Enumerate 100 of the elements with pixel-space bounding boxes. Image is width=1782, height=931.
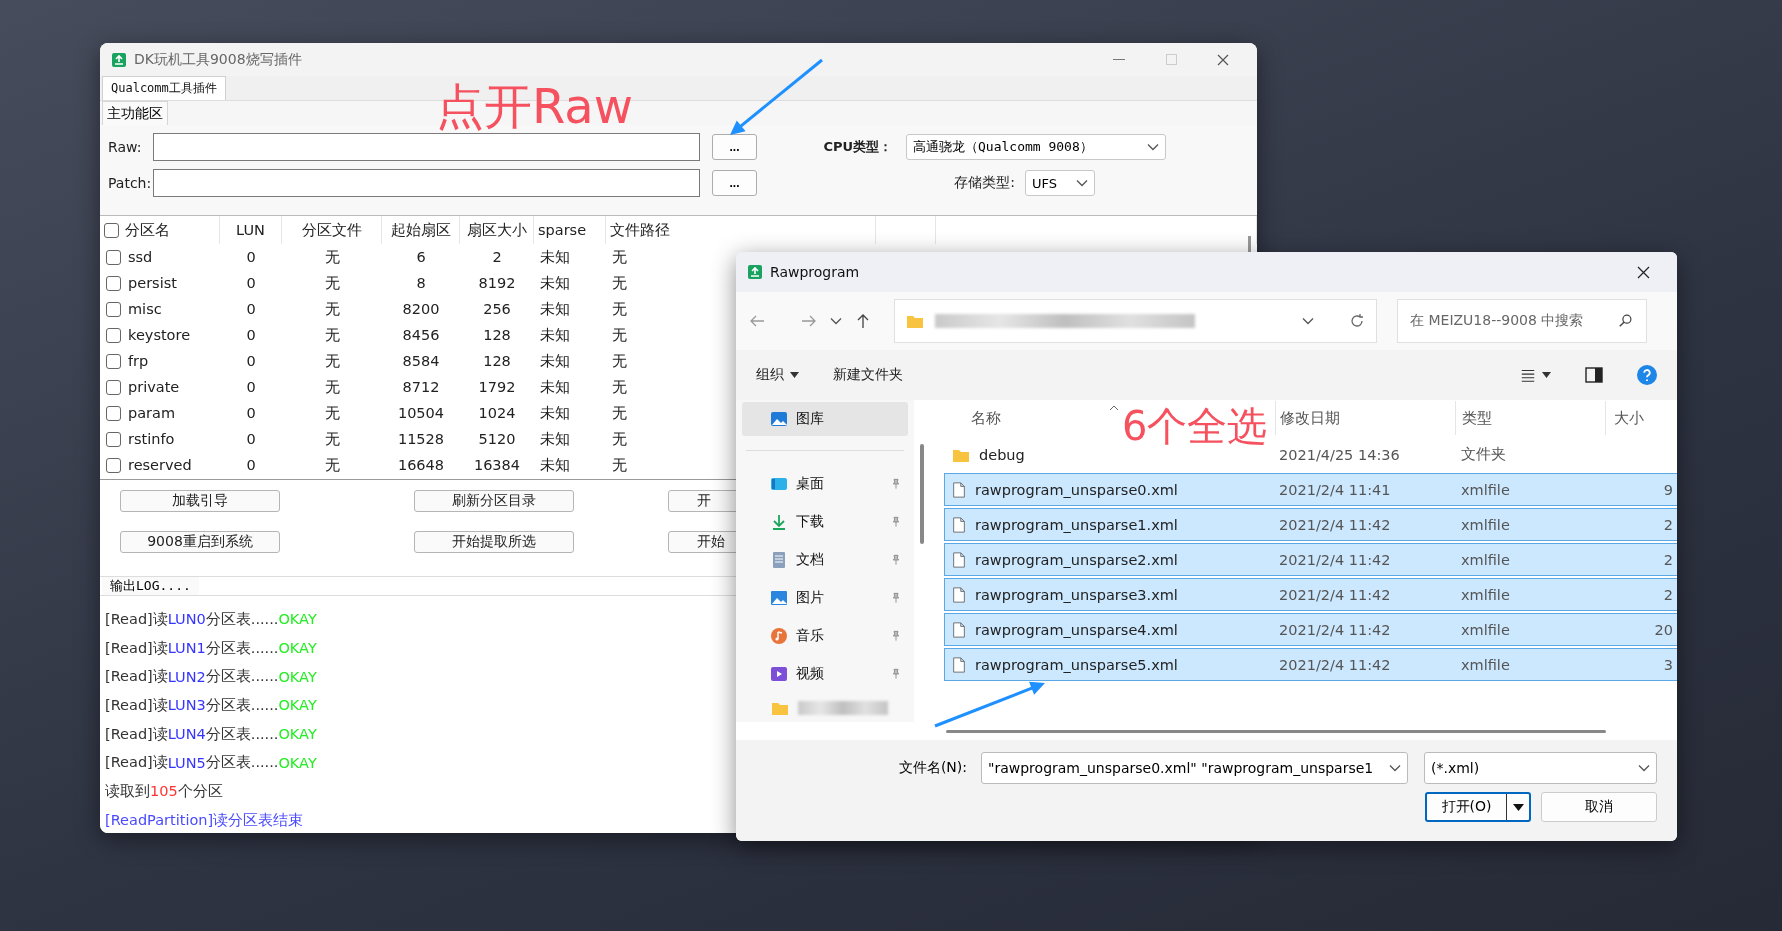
action-button[interactable]: 加载引导 <box>120 490 280 512</box>
table-cell: 未知 <box>540 403 570 423</box>
close-icon[interactable] <box>1636 265 1650 279</box>
table-cell: 未知 <box>540 429 570 449</box>
file-icon <box>951 515 967 534</box>
storage-type-select[interactable]: UFS <box>1025 170 1095 196</box>
checkbox[interactable] <box>106 327 121 343</box>
table-cell: 0 <box>246 275 256 291</box>
column-header[interactable]: 起始扇区 <box>390 220 451 240</box>
caret-icon <box>1147 143 1159 151</box>
action-button[interactable]: 9008重启到系统 <box>120 531 280 553</box>
checkbox[interactable] <box>106 301 121 317</box>
file-date: 2021/2/4 11:42 <box>1279 586 1391 603</box>
checkbox[interactable] <box>106 379 121 395</box>
field-label: Patch: <box>108 175 153 191</box>
log-group-label: 输出LOG.... <box>102 577 199 595</box>
file-name: rawprogram_unsparse1.xml <box>975 516 1178 533</box>
patch-path-field[interactable] <box>153 169 700 197</box>
dropdown-triangle-icon <box>1542 372 1551 378</box>
checkbox[interactable] <box>106 353 121 369</box>
pin-icon <box>890 629 902 644</box>
pin-icon <box>890 667 902 682</box>
file-icon <box>951 620 967 639</box>
column-header[interactable]: 名称 <box>971 408 1001 428</box>
nav-item[interactable]: 图库 <box>742 402 908 437</box>
column-header[interactable]: 分区名 <box>125 220 170 240</box>
column-header[interactable]: 修改日期 <box>1280 408 1340 428</box>
cpu-type-select[interactable]: 高通骁龙（Qualcomm 9008） <box>906 134 1166 160</box>
column-header[interactable]: 文件路径 <box>610 220 670 240</box>
browse-button[interactable]: ... <box>712 134 757 160</box>
column-header[interactable]: sparse <box>538 222 587 238</box>
file-size: 3 <box>1663 656 1673 673</box>
file-type: xmlfile <box>1461 621 1510 638</box>
file-size: 20 <box>1654 621 1673 638</box>
table-cell: 未知 <box>540 455 570 475</box>
plugin-tab[interactable]: Qualcomm工具插件 <box>102 76 226 100</box>
caret-icon <box>1076 179 1088 187</box>
nav-item[interactable]: 音乐 <box>742 617 908 656</box>
caret-icon <box>1638 764 1650 772</box>
section-tab[interactable]: 主功能区 <box>102 101 168 125</box>
search-field[interactable]: 在 MEIZU18--9008 中搜索 <box>1397 299 1647 343</box>
table-cell: 8200 <box>402 301 440 317</box>
nav-item[interactable]: 文档 <box>742 541 908 580</box>
checkbox[interactable] <box>106 457 121 473</box>
action-button[interactable]: 刷新分区目录 <box>414 490 574 512</box>
column-header[interactable]: 大小 <box>1614 408 1644 428</box>
open-split-button[interactable]: 打开(O) <box>1425 792 1531 822</box>
annotation-text: 6个全选 <box>1122 406 1268 446</box>
organize-menu[interactable]: 组织 <box>756 366 799 384</box>
file-row[interactable]: rawprogram_unsparse2.xml 2021/2/4 11:42 xmlfile 2 <box>944 543 1677 576</box>
close-icon[interactable] <box>1217 53 1229 66</box>
browse-button[interactable]: ... <box>712 170 757 196</box>
gallery-icon <box>770 410 788 429</box>
checkbox[interactable] <box>106 431 121 447</box>
column-header[interactable]: 扇区大小 <box>466 220 527 240</box>
file-name: rawprogram_unsparse2.xml <box>975 551 1178 568</box>
table-cell: 8584 <box>402 353 440 369</box>
column-header[interactable]: 分区文件 <box>301 220 362 240</box>
nav-item[interactable]: 视频 <box>742 655 908 694</box>
nav-item[interactable]: 下载 <box>742 503 908 542</box>
log-line: [Read]读LUN5分区表......OKAY <box>105 753 317 773</box>
table-cell: 0 <box>246 327 256 343</box>
column-header[interactable]: LUN <box>236 222 265 238</box>
table-cell: 0 <box>246 457 256 473</box>
table-cell: 16648 <box>397 457 445 473</box>
list-view-icon <box>1520 367 1536 383</box>
picture-icon <box>770 589 788 608</box>
table-cell: 无 <box>612 325 627 345</box>
video-icon <box>770 665 788 684</box>
recent-caret-icon <box>830 317 842 325</box>
file-row[interactable]: rawprogram_unsparse0.xml 2021/2/4 11:41 xmlfile 9 <box>944 473 1677 506</box>
nav-item[interactable]: 桌面 <box>742 465 908 504</box>
file-row[interactable]: rawprogram_unsparse3.xml 2021/2/4 11:42 xmlfile 2 <box>944 578 1677 611</box>
table-cell: param <box>128 405 176 421</box>
table-cell: 1792 <box>478 379 516 395</box>
checkbox[interactable] <box>106 275 121 291</box>
file-row[interactable]: rawprogram_unsparse1.xml 2021/2/4 11:42 xmlfile 2 <box>944 508 1677 541</box>
pin-icon <box>890 515 902 530</box>
cancel-button[interactable]: 取消 <box>1541 792 1657 822</box>
file-row[interactable]: rawprogram_unsparse4.xml 2021/2/4 11:42 xmlfile 20 <box>944 613 1677 646</box>
checkbox[interactable] <box>104 222 119 238</box>
column-header[interactable]: 类型 <box>1462 408 1492 428</box>
table-cell: 无 <box>324 273 340 293</box>
file-row[interactable]: rawprogram_unsparse5.xml 2021/2/4 11:42 xmlfile 3 <box>944 648 1677 681</box>
raw-path-field[interactable] <box>153 133 700 161</box>
checkbox[interactable] <box>106 249 121 265</box>
file-type-select[interactable]: (*.xml) <box>1424 752 1657 784</box>
dropdown-triangle-icon <box>790 372 799 378</box>
log-line: 读取到105个分区 <box>105 781 223 802</box>
action-button[interactable]: 开始提取所选 <box>414 531 574 553</box>
file-type: xmlfile <box>1461 481 1510 498</box>
table-cell: 无 <box>612 455 627 475</box>
file-name: rawprogram_unsparse5.xml <box>975 656 1178 673</box>
file-name-field[interactable]: "rawprogram_unsparse0.xml" "rawprogram_unsparse1 <box>981 752 1408 784</box>
field-label: 文件名(N): <box>898 759 967 777</box>
new-folder-button[interactable]: 新建文件夹 <box>833 366 903 384</box>
nav-item[interactable]: 图片 <box>742 579 908 618</box>
app-icon <box>112 52 126 67</box>
checkbox[interactable] <box>106 405 121 421</box>
minimize-icon[interactable] <box>1113 58 1125 61</box>
